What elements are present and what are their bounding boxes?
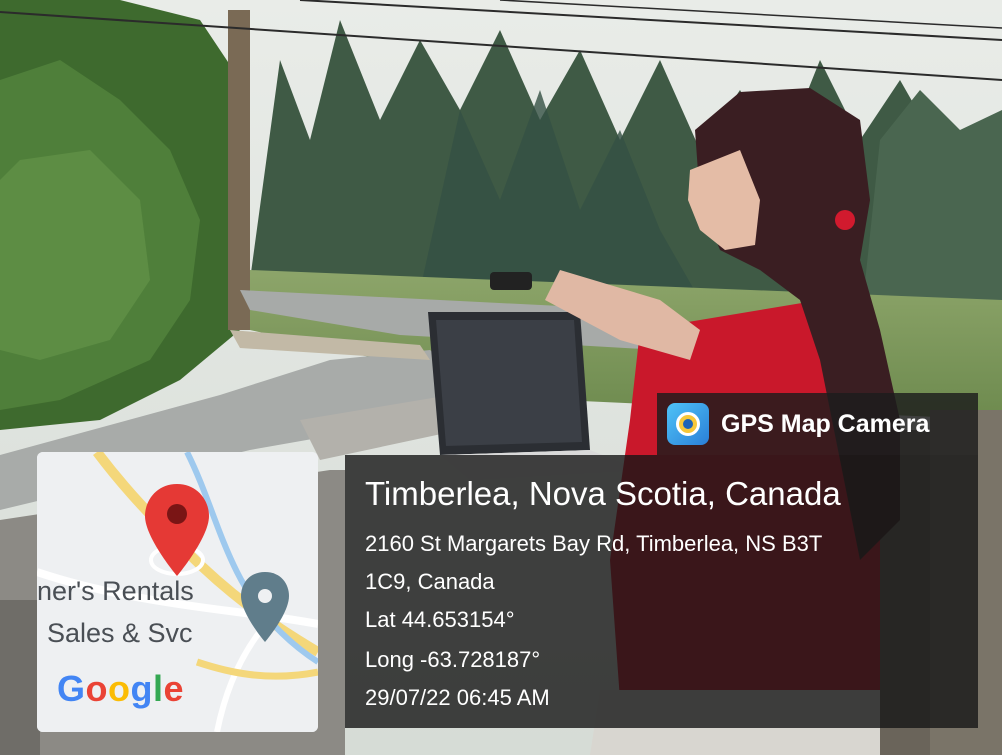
latitude: Lat 44.653154° xyxy=(365,607,515,632)
gps-map-camera-icon xyxy=(667,403,709,445)
gps-map-camera-badge: GPS Map Camera xyxy=(657,393,978,455)
app-name: GPS Map Camera xyxy=(721,409,930,438)
map-label-rentals: ner's Rentals xyxy=(37,576,194,606)
google-logo-letter: g xyxy=(130,668,154,709)
location-title: Timberlea, Nova Scotia, Canada xyxy=(365,475,841,512)
google-logo: Google xyxy=(57,668,184,710)
google-logo-letter: e xyxy=(163,668,185,709)
address-line-2: 1C9, Canada xyxy=(365,569,495,594)
location-info-panel: Timberlea, Nova Scotia, Canada 2160 St M… xyxy=(345,455,978,728)
datetime: 29/07/22 06:45 AM xyxy=(365,685,550,710)
address-line-1: 2160 St Margarets Bay Rd, Timberlea, NS … xyxy=(365,531,823,556)
google-logo-letter: o xyxy=(108,668,131,709)
map-label-sales: Sales & Svc xyxy=(47,618,193,648)
google-logo-letter: l xyxy=(153,668,164,709)
map-thumbnail: ner's Rentals Sales & Svc Google xyxy=(37,452,318,732)
google-logo-letter: G xyxy=(57,668,86,709)
google-logo-letter: o xyxy=(85,668,109,709)
longitude: Long -63.728187° xyxy=(365,647,541,672)
